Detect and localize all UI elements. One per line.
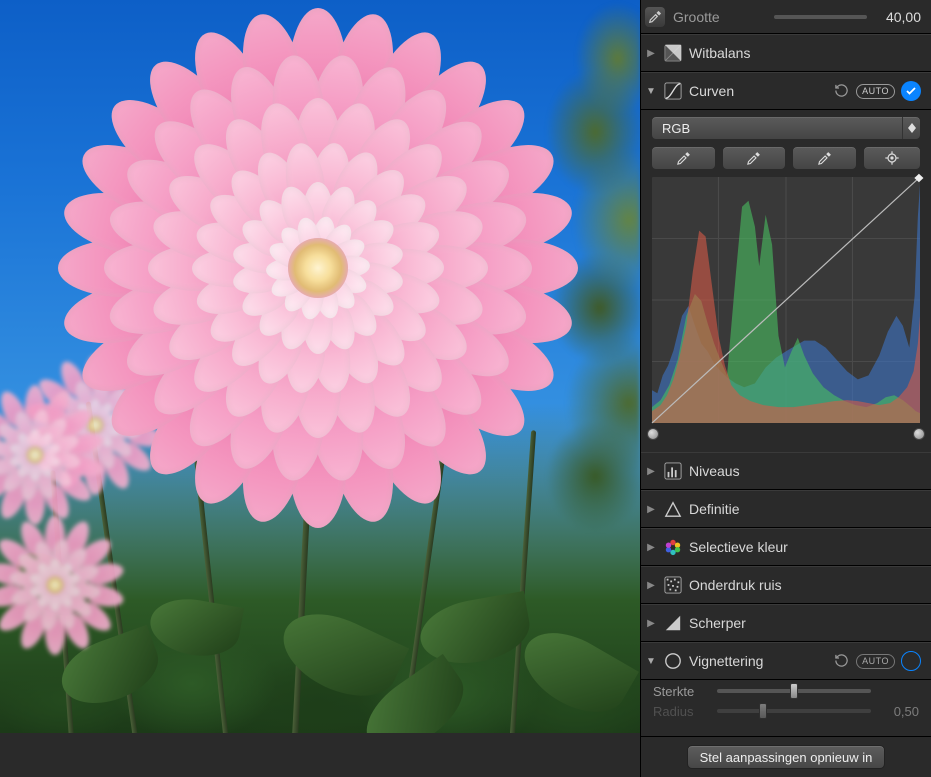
whitebalance-icon [663,43,683,63]
chevron-right-icon: ▶ [645,618,657,629]
curves-channel-select[interactable]: RGB [651,116,921,140]
levels-label: Niveaus [689,463,921,479]
radius-slider[interactable] [717,702,871,720]
curves-auto-button[interactable]: AUTO [856,84,895,99]
noise-icon [663,575,683,595]
curves-icon [663,81,683,101]
reset-curves-button[interactable] [834,83,850,99]
vignette-strength-row: Sterkte [641,680,931,702]
reset-all-label: Stel aanpassingen opnieuw in [700,750,873,765]
chevron-right-icon: ▶ [645,580,657,591]
radius-value[interactable]: 0,50 [879,704,919,719]
whitebalance-label: Witbalans [689,45,921,61]
curves-picker-row [651,146,921,170]
chevron-right-icon: ▶ [645,466,657,477]
noise-header[interactable]: ▶ Onderdruk ruis [641,566,931,604]
strength-slider[interactable] [717,680,871,702]
definition-label: Definitie [689,501,921,517]
reset-vignette-button[interactable] [834,653,850,669]
white-point-picker[interactable] [792,146,857,170]
definition-header[interactable]: ▶ Definitie [641,490,931,528]
curves-channel-value: RGB [652,121,902,136]
size-slider[interactable] [774,10,867,24]
curves-label: Curven [689,83,828,99]
levels-header[interactable]: ▶ Niveaus [641,452,931,490]
size-value[interactable]: 40,00 [875,9,921,25]
whitebalance-header[interactable]: ▶ Witbalans [641,34,931,72]
vignette-auto-button[interactable]: AUTO [856,654,895,669]
selectivecolor-icon [663,537,683,557]
sharpen-icon [663,613,683,633]
reset-all-button[interactable]: Stel aanpassingen opnieuw in [687,745,886,769]
chevron-right-icon: ▶ [645,504,657,515]
curves-header[interactable]: ▼ Curven AUTO [641,72,931,110]
curves-graph[interactable] [651,176,921,424]
app-root: Grootte 40,00 ▶ Witbalans ▼ [0,0,931,777]
updown-icon [902,117,920,139]
size-eyedropper-button[interactable] [645,7,665,27]
chevron-right-icon: ▶ [645,48,657,59]
vignette-enable-toggle[interactable] [901,651,921,671]
add-point-picker[interactable] [863,146,921,170]
chevron-down-icon: ▼ [645,656,657,667]
gray-point-picker[interactable] [722,146,787,170]
black-point-picker[interactable] [651,146,716,170]
definition-icon [663,499,683,519]
curves-enable-toggle[interactable] [901,81,921,101]
sharpen-header[interactable]: ▶ Scherper [641,604,931,642]
vignette-icon [663,651,683,671]
chevron-right-icon: ▶ [645,542,657,553]
strength-label: Sterkte [653,684,709,699]
sharpen-label: Scherper [689,615,921,631]
image-viewer [0,0,640,777]
vignette-header[interactable]: ▼ Vignettering AUTO [641,642,931,680]
vignette-radius-row: Radius 0,50 [641,702,931,720]
radius-label: Radius [653,704,709,719]
vignette-label: Vignettering [689,653,828,669]
image-canvas[interactable] [0,0,640,733]
levels-icon [663,461,683,481]
adjustments-panel: Grootte 40,00 ▶ Witbalans ▼ [640,0,931,777]
size-label: Grootte [673,9,766,25]
selectivecolor-header[interactable]: ▶ Selectieve kleur [641,528,931,566]
chevron-down-icon: ▼ [645,86,657,97]
selectivecolor-label: Selectieve kleur [689,539,921,555]
noise-label: Onderdruk ruis [689,577,921,593]
curves-handles[interactable] [651,428,921,446]
size-row: Grootte 40,00 [641,0,931,34]
panel-footer: Stel aanpassingen opnieuw in [641,736,931,777]
